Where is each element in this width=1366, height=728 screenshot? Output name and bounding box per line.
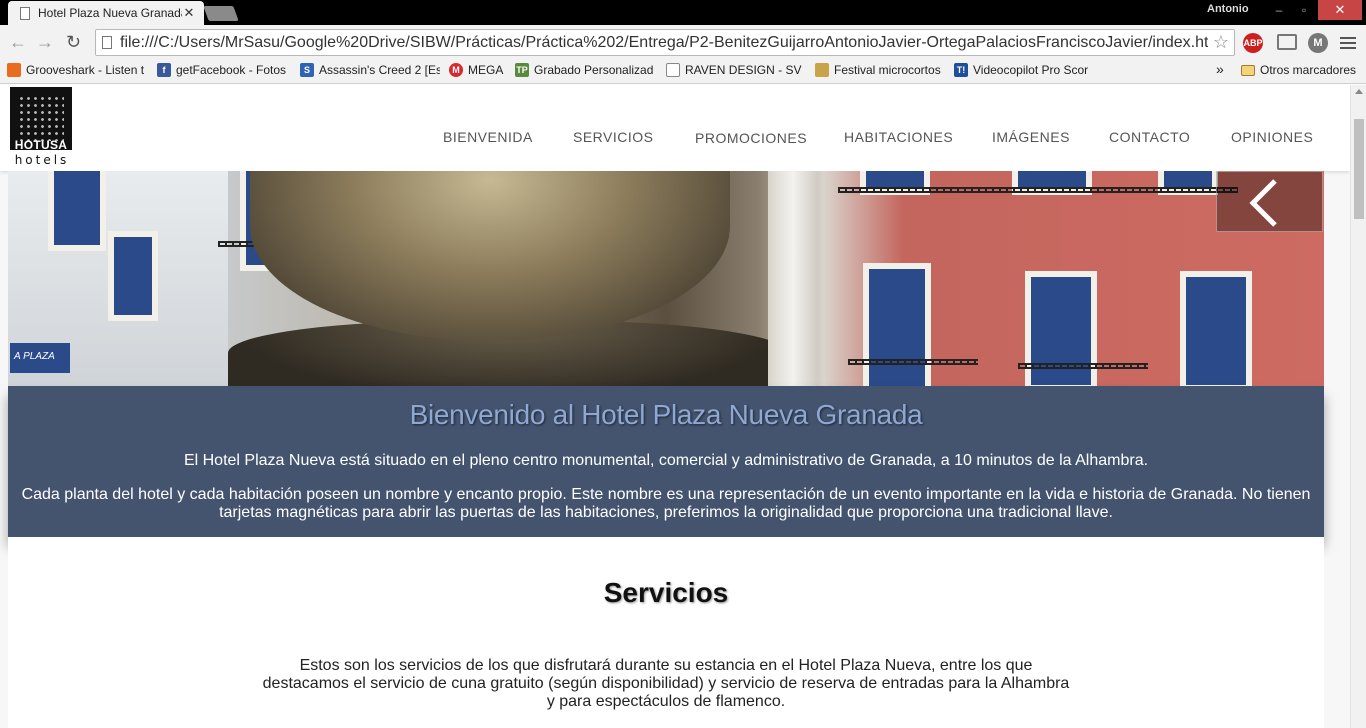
extension-m-icon[interactable]: M	[1308, 33, 1328, 53]
tab-close-icon[interactable]: ✕	[182, 5, 196, 21]
videocopilot-icon: T!	[954, 63, 968, 77]
bookmark-label: Grooveshark - Listen t	[26, 63, 145, 77]
other-bookmarks-label: Otros marcadores	[1260, 63, 1357, 77]
bookmark-label: RAVEN DESIGN - SVP	[685, 63, 802, 77]
web-page: HOTUSA hotels BIENVENIDA SERVICIOS PROMO…	[0, 85, 1350, 728]
services-section: Servicios Estos son los servicios de los…	[8, 537, 1324, 728]
restore-icon[interactable]: ▫	[1291, 0, 1317, 20]
new-tab-button[interactable]	[203, 6, 239, 21]
nav-promociones[interactable]: PROMOCIONES	[695, 130, 807, 146]
other-bookmarks[interactable]: Otros marcadores	[1241, 63, 1356, 77]
welcome-paragraph-1: El Hotel Plaza Nueva está situado en el …	[183, 452, 1149, 469]
bookmark-label: getFacebook - Fotos	[176, 63, 287, 77]
bookmark-label: MEGA	[468, 63, 504, 77]
address-bar[interactable]: ☆	[95, 29, 1235, 56]
hero-window	[48, 171, 106, 251]
grooveshark-icon	[7, 63, 21, 77]
bookmark-label: Grabado Personalizad	[534, 63, 654, 77]
bookmarks-overflow-chevron[interactable]: »	[1216, 61, 1224, 77]
hero-balcony	[838, 187, 1238, 193]
nav-contacto[interactable]: CONTACTO	[1109, 129, 1190, 145]
hero-balcony	[848, 359, 978, 365]
profile-name[interactable]: Antonio	[1207, 3, 1249, 15]
chevron-left-icon	[1249, 179, 1277, 227]
nav-habitaciones[interactable]: HABITACIONES	[844, 129, 953, 145]
bookmark-facebook[interactable]: f getFacebook - Fotos	[157, 63, 293, 77]
services-description: Estos son los servicios de los que disfr…	[262, 657, 1070, 710]
bookmark-star-icon[interactable]: ☆	[1208, 32, 1234, 53]
nav-servicios[interactable]: SERVICIOS	[573, 129, 654, 145]
scroll-up-arrow-icon[interactable]	[1355, 89, 1363, 94]
bookmark-label: Videocopilot Pro Scor	[973, 63, 1089, 77]
page-favicon-icon	[20, 6, 30, 20]
bookmark-raven-design[interactable]: RAVEN DESIGN - SVP	[666, 63, 802, 77]
chrome-menu-icon[interactable]	[1340, 34, 1356, 52]
services-title: Servicios	[603, 577, 729, 608]
building-column	[768, 171, 818, 386]
browser-title-bar: Hotel Plaza Nueva Granada ✕ Antonio – ▫ …	[0, 0, 1366, 25]
hero-slider-image: A PLAZA	[8, 171, 1324, 386]
bookmark-label: Assassin's Creed 2 [Es	[319, 63, 440, 77]
forward-icon[interactable]: →	[36, 33, 54, 51]
bookmark-grabado[interactable]: TP Grabado Personalizad	[515, 63, 655, 77]
welcome-paragraph-2: Cada planta del hotel y cada habitación …	[21, 486, 1311, 521]
bookmark-grooveshark[interactable]: Grooveshark - Listen t	[7, 63, 147, 77]
cast-icon[interactable]	[1277, 34, 1297, 50]
page-icon	[666, 63, 680, 77]
folder-icon	[1241, 64, 1255, 76]
tp-icon: TP	[515, 63, 529, 77]
logo-dots-icon	[18, 95, 64, 141]
browser-tab[interactable]: Hotel Plaza Nueva Granada ✕	[8, 1, 204, 25]
festival-icon	[815, 63, 829, 77]
s-icon: S	[300, 63, 314, 77]
reload-icon[interactable]: ↻	[66, 33, 81, 51]
mega-icon: M	[449, 63, 463, 77]
bookmark-label: Festival microcortos	[834, 63, 941, 77]
bookmark-videocopilot[interactable]: T! Videocopilot Pro Scor	[954, 63, 1094, 77]
scrollbar-thumb[interactable]	[1354, 119, 1364, 219]
nav-imagenes[interactable]: IMÁGENES	[992, 129, 1070, 145]
hotusa-logo[interactable]: HOTUSA hotels	[9, 87, 73, 167]
facebook-icon: f	[157, 63, 171, 77]
hero-window	[1180, 271, 1252, 386]
welcome-title: Bienvenido al Hotel Plaza Nueva Granada	[409, 399, 923, 430]
minimize-icon[interactable]: –	[1266, 0, 1292, 20]
site-header: HOTUSA hotels BIENVENIDA SERVICIOS PROMO…	[0, 85, 1350, 171]
nav-bienvenida[interactable]: BIENVENIDA	[443, 129, 533, 145]
hero-balcony	[1018, 363, 1148, 369]
back-icon[interactable]: ←	[9, 33, 27, 51]
fountain-bowl	[250, 171, 730, 341]
url-input[interactable]	[120, 33, 1208, 52]
hero-window	[108, 231, 158, 321]
page-scrollbar[interactable]	[1350, 85, 1366, 728]
bookmark-mega[interactable]: M MEGA	[449, 63, 509, 77]
logo-word: HOTUSA	[14, 138, 68, 152]
nav-opiniones[interactable]: OPINIONES	[1231, 129, 1313, 145]
page-info-icon[interactable]	[102, 36, 112, 49]
bookmark-assassins-creed[interactable]: S Assassin's Creed 2 [Es	[300, 63, 440, 77]
slider-prev-button[interactable]	[1216, 171, 1323, 232]
bookmark-festival[interactable]: Festival microcortos	[815, 63, 945, 77]
adblock-plus-icon[interactable]: ABP	[1243, 33, 1263, 53]
hero-plaque: A PLAZA	[10, 343, 70, 373]
tab-title: Hotel Plaza Nueva Granada	[38, 6, 182, 20]
logo-subtitle: hotels	[14, 153, 70, 167]
window-close-icon[interactable]: ✕	[1318, 0, 1362, 20]
hero-window	[863, 263, 931, 386]
bookmarks-bar: Grooveshark - Listen t f getFacebook - F…	[0, 60, 1366, 84]
welcome-banner: Bienvenido al Hotel Plaza Nueva Granada …	[8, 386, 1324, 537]
